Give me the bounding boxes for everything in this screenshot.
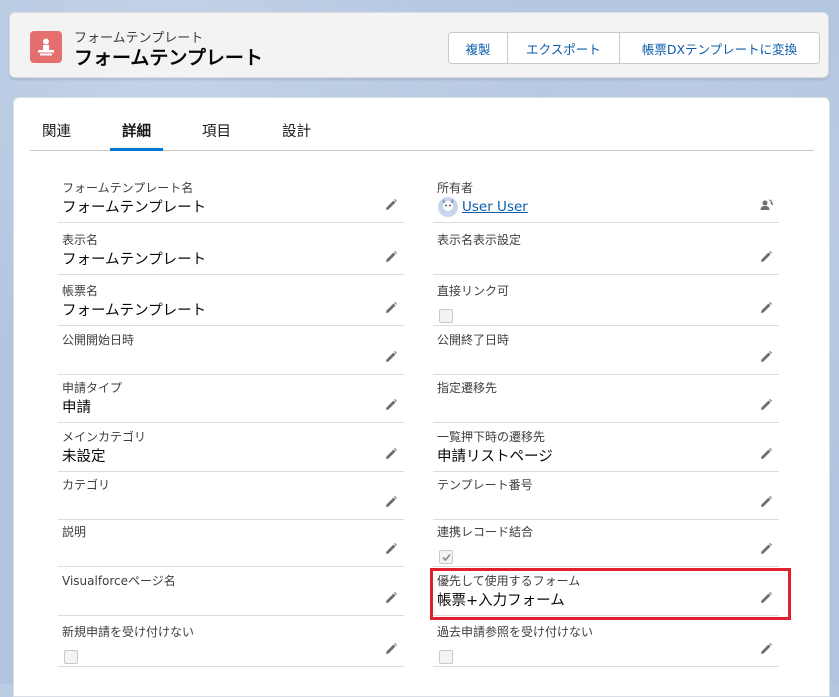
field-label: 公開開始日時 xyxy=(62,333,135,347)
field-fields_right-6: テンプレート番号 xyxy=(433,472,779,520)
field-fields_right-0: 所有者 User User xyxy=(433,175,779,223)
field-fields_left-9: 新規申請を受け付けない xyxy=(58,619,404,667)
tab-bar: 関連 詳細 項目 設計 xyxy=(30,114,814,151)
edit-pencil-icon[interactable] xyxy=(384,349,398,363)
export-button[interactable]: エクスポート xyxy=(507,33,619,63)
edit-pencil-icon[interactable] xyxy=(759,349,773,363)
edit-pencil-icon[interactable] xyxy=(384,590,398,604)
field-label: 一覧押下時の遷移先 xyxy=(437,430,546,444)
duplicate-button[interactable]: 複製 xyxy=(449,33,507,63)
field-checkbox xyxy=(439,650,453,664)
field-checkbox xyxy=(64,650,78,664)
edit-pencil-icon[interactable] xyxy=(384,397,398,411)
field-checkbox xyxy=(439,550,453,564)
field-label: 表示名 xyxy=(62,233,99,247)
field-label: 連携レコード結合 xyxy=(437,525,534,539)
field-label: フォームテンプレート名 xyxy=(62,181,194,195)
field-value: フォームテンプレート xyxy=(62,200,207,216)
edit-pencil-icon[interactable] xyxy=(759,446,773,460)
edit-pencil-icon[interactable] xyxy=(759,300,773,314)
tab-details[interactable]: 詳細 xyxy=(110,120,163,151)
field-fields_left-1: 表示名フォームテンプレート xyxy=(58,227,404,275)
field-value: 申請リストページ xyxy=(437,449,553,465)
field-value: フォームテンプレート xyxy=(62,252,207,268)
field-label: 所有者 xyxy=(437,181,474,195)
field-label: 公開終了日時 xyxy=(437,333,510,347)
user-avatar-icon xyxy=(438,197,458,217)
edit-pencil-icon[interactable] xyxy=(759,397,773,411)
field-fields_left-2: 帳票名フォームテンプレート xyxy=(58,278,404,326)
field-value: 未設定 xyxy=(62,449,106,465)
tab-design[interactable]: 設計 xyxy=(282,120,311,148)
field-fields_right-9: 過去申請参照を受け付けない xyxy=(433,619,779,667)
field-label: メインカテゴリ xyxy=(62,430,147,444)
record-title: フォームテンプレート xyxy=(74,47,263,69)
edit-pencil-icon[interactable] xyxy=(384,300,398,314)
edit-pencil-icon[interactable] xyxy=(384,446,398,460)
edit-pencil-icon[interactable] xyxy=(384,641,398,655)
field-fields_left-6: カテゴリ xyxy=(58,472,404,520)
edit-pencil-icon[interactable] xyxy=(384,249,398,263)
owner-link[interactable]: User User xyxy=(462,199,528,215)
field-label: カテゴリ xyxy=(62,478,111,492)
change-owner-icon[interactable] xyxy=(759,197,776,211)
field-fields_right-3: 公開終了日時 xyxy=(433,327,779,375)
field-fields_right-5: 一覧押下時の遷移先 申請リストページ xyxy=(433,424,779,472)
field-label: Visualforceページ名 xyxy=(62,574,176,588)
field-label: 過去申請参照を受け付けない xyxy=(437,625,594,639)
field-value: 申請 xyxy=(62,400,91,416)
edit-pencil-icon[interactable] xyxy=(384,494,398,508)
edit-pencil-icon[interactable] xyxy=(759,249,773,263)
field-fields_left-5: メインカテゴリ 未設定 xyxy=(58,424,404,472)
edit-pencil-icon[interactable] xyxy=(384,197,398,211)
field-value: フォームテンプレート xyxy=(62,303,207,319)
highlight-box xyxy=(430,568,791,620)
field-fields_left-3: 公開開始日時 xyxy=(58,327,404,375)
field-label: 直接リンク可 xyxy=(437,284,510,298)
edit-pencil-icon[interactable] xyxy=(384,541,398,555)
field-fields_left-4: 申請タイプ 申請 xyxy=(58,375,404,423)
edit-pencil-icon[interactable] xyxy=(759,641,773,655)
field-label: 申請タイプ xyxy=(62,381,123,395)
record-header: フォームテンプレート フォームテンプレート 複製 エクスポート 帳票DXテンプレ… xyxy=(9,12,829,78)
field-label: 新規申請を受け付けない xyxy=(62,625,195,639)
field-fields_left-8: Visualforceページ名 xyxy=(58,568,404,616)
edit-pencil-icon[interactable] xyxy=(759,541,773,555)
header-button-group: 複製 エクスポート 帳票DXテンプレートに変換 xyxy=(448,32,820,64)
field-label: 説明 xyxy=(62,525,87,539)
field-label: 表示名表示設定 xyxy=(437,233,522,247)
field-label: テンプレート番号 xyxy=(437,478,533,492)
tab-items[interactable]: 項目 xyxy=(202,120,231,148)
edit-pencil-icon[interactable] xyxy=(759,494,773,508)
field-fields_right-1: 表示名表示設定 xyxy=(433,227,779,275)
field-label: 指定遷移先 xyxy=(437,381,498,395)
field-fields_right-4: 指定遷移先 xyxy=(433,375,779,423)
field-checkbox xyxy=(439,309,453,323)
field-fields_right-2: 直接リンク可 xyxy=(433,278,779,326)
tab-related[interactable]: 関連 xyxy=(42,120,71,148)
field-label: 帳票名 xyxy=(62,284,99,298)
field-fields_left-7: 説明 xyxy=(58,519,404,567)
convert-to-dx-template-button[interactable]: 帳票DXテンプレートに変換 xyxy=(619,33,819,63)
form-template-icon xyxy=(30,31,62,63)
field-fields_right-7: 連携レコード結合 xyxy=(433,519,779,567)
field-fields_left-0: フォームテンプレート名 フォームテンプレート xyxy=(58,175,404,223)
